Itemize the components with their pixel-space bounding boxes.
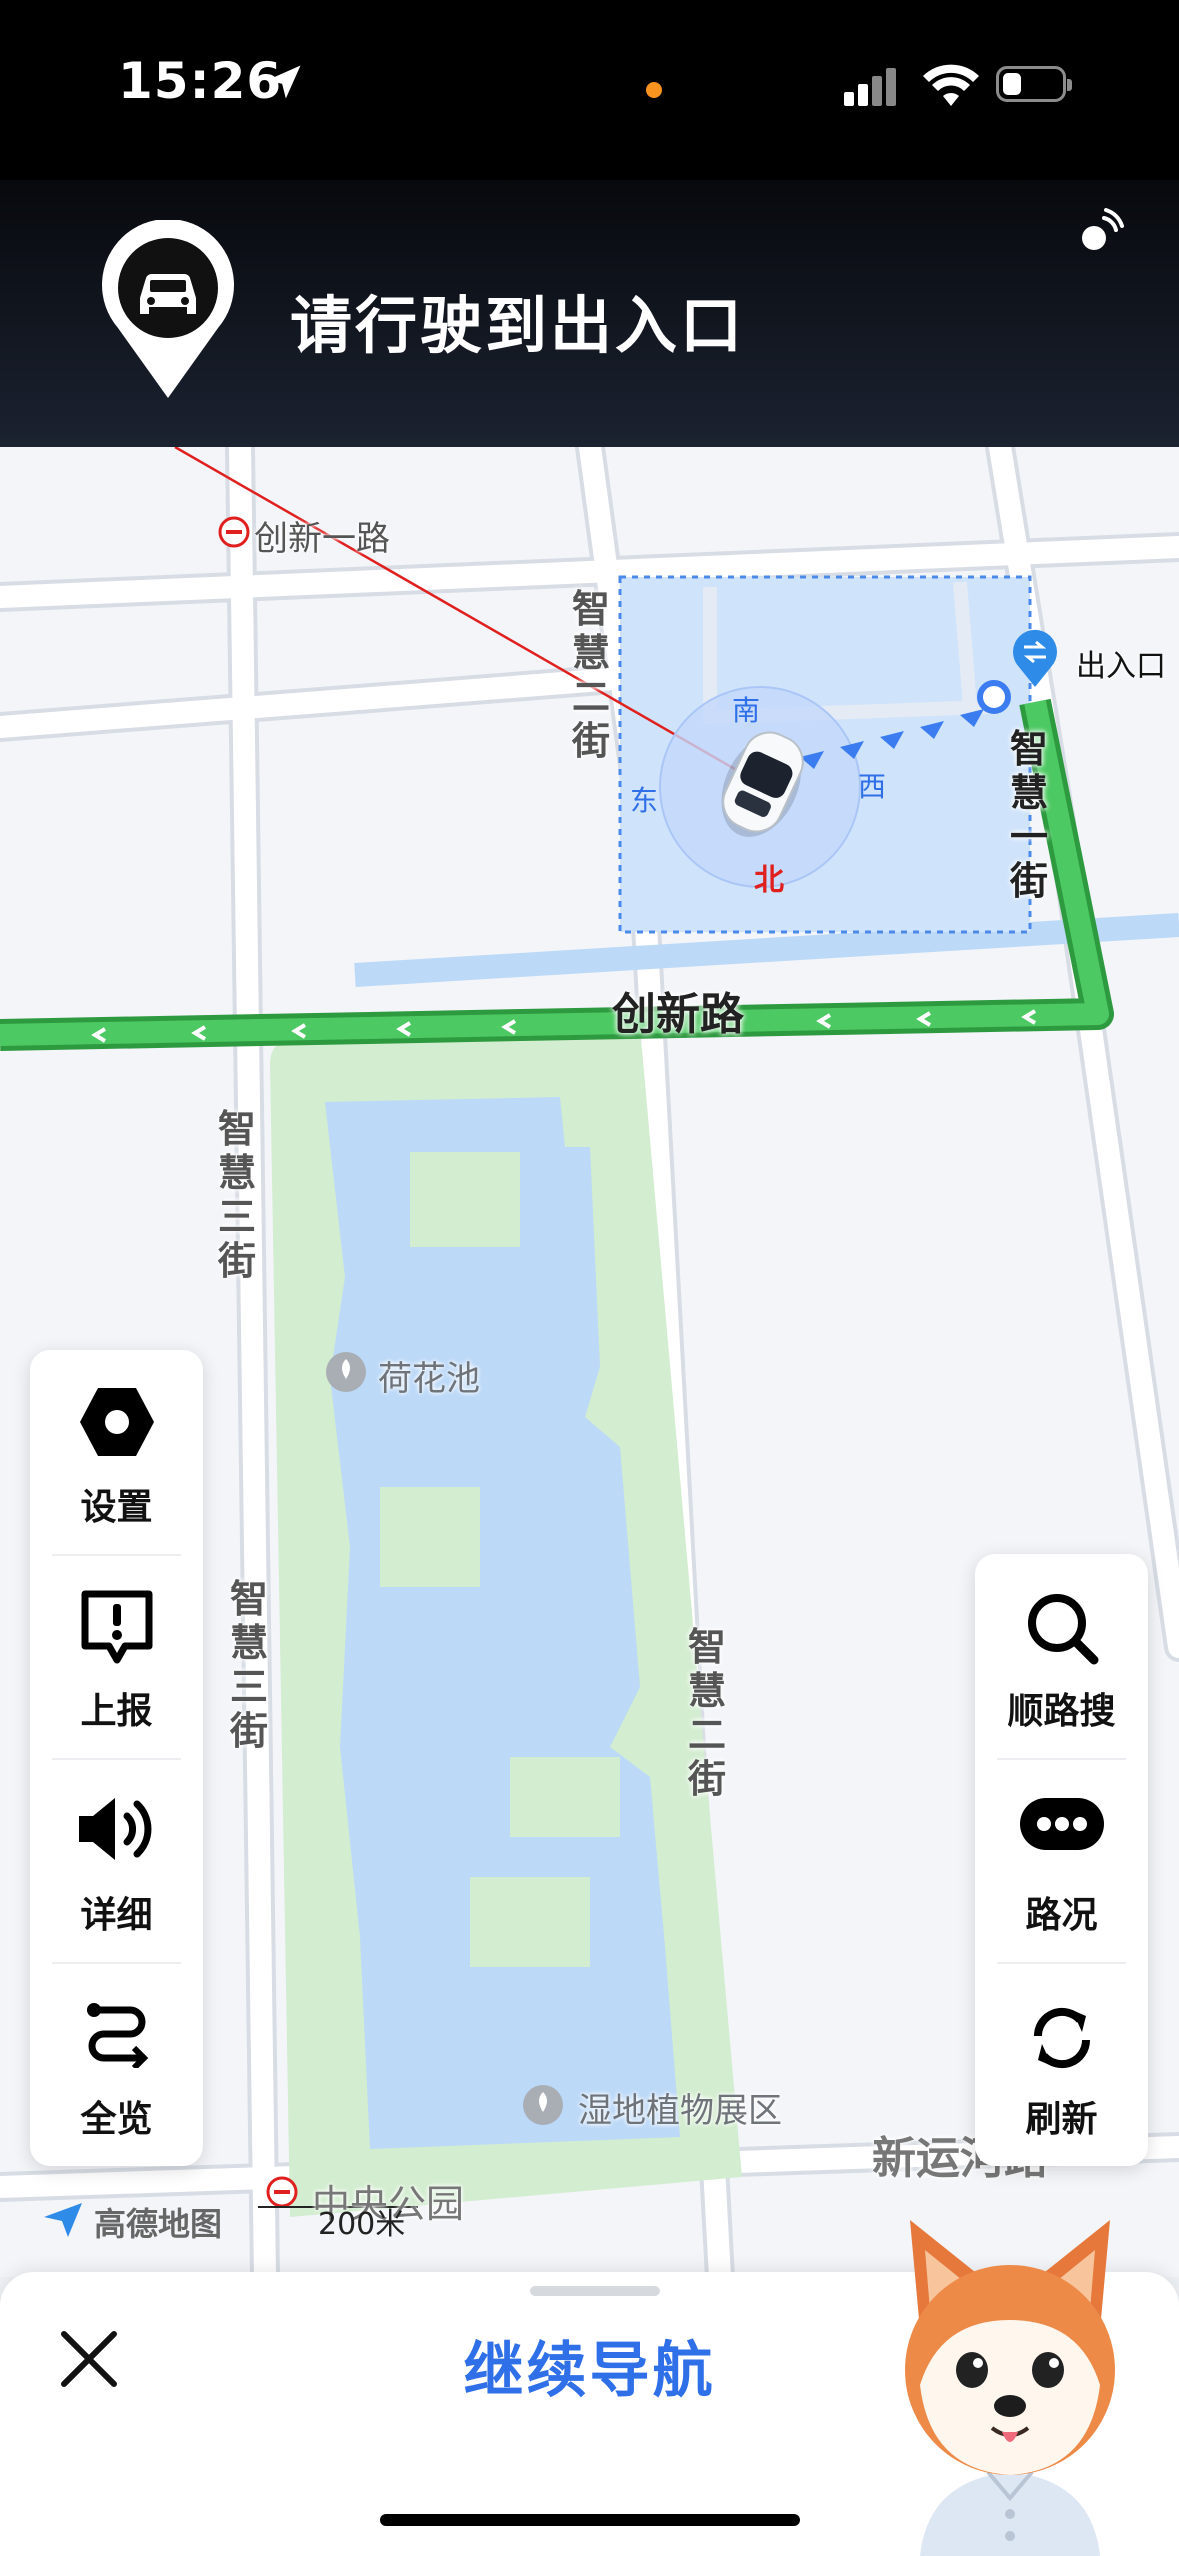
refresh-icon — [1033, 2007, 1090, 2069]
instruction-title: 请行驶到出入口 — [290, 289, 746, 362]
hexagon-settings-icon — [79, 1388, 154, 1456]
sound-wave-icon[interactable] — [1080, 206, 1126, 252]
route-overview-icon — [86, 2003, 148, 2068]
compass-east: 东 — [630, 784, 659, 817]
report-alert-icon — [81, 1590, 152, 1664]
compass-west: 西 — [858, 770, 887, 803]
road-label-zhihui-sanjie-top: 智慧三街 — [218, 1107, 257, 1283]
home-indicator — [380, 2514, 800, 2526]
location-arrow-icon — [267, 65, 301, 99]
settings-label: 设置 — [80, 1487, 153, 1528]
map-view[interactable]: 创新一路 创新路 智慧二街 智慧二街 智慧一街 智慧三街 智慧三街 新运河路 中… — [0, 447, 1179, 2277]
search-along-label: 顺路搜 — [1007, 1691, 1116, 1732]
gaode-logo-icon — [44, 2203, 82, 2237]
compass-south: 南 — [732, 694, 761, 727]
destination-marker — [977, 680, 1011, 714]
search-along-button[interactable]: 顺路搜 — [975, 1554, 1148, 1758]
metro-icon-bottom — [266, 2176, 298, 2208]
traffic-dots-icon — [1019, 1798, 1104, 1850]
battery-icon — [996, 66, 1072, 102]
road-label-chuangxin-yilu: 创新一路 — [254, 519, 390, 559]
overview-button[interactable]: 全览 — [30, 1962, 203, 2166]
overview-label: 全览 — [80, 2099, 153, 2140]
sheet-grabber[interactable] — [530, 2286, 660, 2296]
poi-hehuachi-icon — [326, 1352, 366, 1392]
road-label-zhihui-erjie-top: 智慧二街 — [572, 587, 611, 763]
navigation-header: 请行驶到出入口 — [0, 180, 1179, 447]
car-location-pin-icon — [102, 220, 234, 398]
scale-label: 200米 — [318, 2207, 406, 2242]
metro-icon-top — [218, 516, 250, 548]
poi-shidi-icon — [523, 2085, 563, 2125]
road-label-zhihui-yijie: 智慧一街 — [1010, 727, 1049, 903]
report-label: 上报 — [80, 1691, 153, 1732]
cellular-signal-icon — [844, 68, 896, 106]
speaker-icon — [78, 1798, 151, 1860]
report-button[interactable]: 上报 — [30, 1554, 203, 1758]
shiba-dog-mascot[interactable] — [880, 2210, 1140, 2556]
status-time: 15:26 — [118, 52, 283, 110]
road-label-zhihui-erjie-mid: 智慧二街 — [688, 1625, 727, 1801]
detail-label: 详细 — [80, 1895, 153, 1936]
canal — [354, 913, 1179, 987]
refresh-button[interactable]: 刷新 — [975, 1962, 1148, 2166]
wifi-icon — [923, 64, 979, 106]
search-icon — [1027, 1594, 1098, 1665]
right-control-panel: 顺路搜 路况 刷新 — [975, 1554, 1148, 2166]
privacy-dot — [646, 82, 662, 98]
poi-label-hehuachi: 荷花池 — [378, 1359, 480, 1399]
poi-label-shidi: 湿地植物展区 — [578, 2091, 782, 2131]
refresh-label: 刷新 — [1025, 2099, 1098, 2140]
poi-label-entrance: 出入口 — [1076, 649, 1166, 684]
compass-north: 北 — [754, 863, 784, 898]
traffic-label: 路况 — [1025, 1895, 1098, 1936]
settings-button[interactable]: 设置 — [30, 1350, 203, 1554]
status-bar: 15:26 — [0, 0, 1179, 180]
traffic-button[interactable]: 路况 — [975, 1758, 1148, 1962]
road-label-zhihui-sanjie-bottom: 智慧三街 — [230, 1577, 269, 1753]
road-label-chuangxin-lu: 创新路 — [612, 989, 744, 1040]
detail-voice-button[interactable]: 详细 — [30, 1758, 203, 1962]
gaode-brand: 高德地图 — [94, 2205, 223, 2243]
left-control-panel: 设置 上报 详细 全览 — [30, 1350, 203, 2166]
